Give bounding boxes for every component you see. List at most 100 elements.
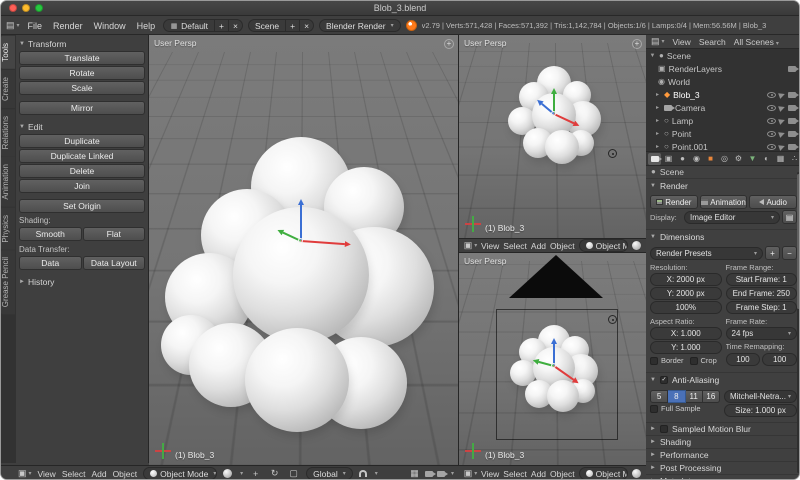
display-selector[interactable]: Image Editor ▾ xyxy=(684,210,780,224)
translate-button[interactable]: Translate xyxy=(19,51,145,65)
menu-file[interactable]: File xyxy=(25,21,46,31)
render-toggle-icon[interactable] xyxy=(788,65,799,72)
viewport-shading-icon[interactable] xyxy=(632,241,641,250)
metadata-panel-header[interactable]: ►Metadata xyxy=(646,475,799,479)
history-panel-header[interactable]: ► History xyxy=(19,275,145,288)
expand-icon[interactable]: ▸ xyxy=(654,130,661,137)
resolution-x-field[interactable]: X: 2000 px xyxy=(650,273,722,286)
outliner-search-menu[interactable]: Search xyxy=(699,37,726,47)
outliner-row-lamp[interactable]: ▸ ○ Lamp xyxy=(646,114,799,127)
view-menu[interactable]: View xyxy=(481,241,499,251)
tab-particles-icon[interactable]: ∴ xyxy=(788,153,799,165)
sampled-motion-blur-panel-header[interactable]: ► Sampled Motion Blur xyxy=(646,423,799,436)
mode-selector[interactable]: Object Mode xyxy=(578,467,628,479)
tab-render-layers-icon[interactable]: ▣ xyxy=(662,153,675,165)
outliner-row-world[interactable]: ◉ World xyxy=(646,75,799,88)
set-origin-button[interactable]: Set Origin xyxy=(19,199,145,213)
tab-animation[interactable]: Animation xyxy=(1,157,15,207)
aa-samples-11-button[interactable]: 11 xyxy=(685,390,703,403)
resolution-percent-field[interactable]: 100% xyxy=(650,301,722,314)
select-menu[interactable]: Select xyxy=(503,469,527,479)
3d-viewport-camera[interactable]: User Persp (1) Blob_3 xyxy=(459,253,646,465)
select-menu[interactable]: Select xyxy=(503,241,527,251)
aa-samples-5-button[interactable]: 5 xyxy=(650,390,669,403)
antialiasing-panel-header[interactable]: ▼ ✓ Anti-Aliasing xyxy=(646,373,799,386)
resolution-y-field[interactable]: Y: 2000 px xyxy=(650,287,722,300)
breadcrumb-scene[interactable]: Scene xyxy=(660,167,684,177)
dimensions-panel-header[interactable]: ▼ Dimensions xyxy=(646,230,799,243)
delete-button[interactable]: Delete xyxy=(19,164,145,178)
outliner-editor-icon[interactable]: ▤ ▾ xyxy=(651,35,665,48)
crop-checkbox[interactable]: Crop xyxy=(689,356,717,365)
menu-help[interactable]: Help xyxy=(134,21,159,31)
start-frame-field[interactable]: Start Frame: 1 xyxy=(725,273,797,286)
duplicate-button[interactable]: Duplicate xyxy=(19,134,145,148)
add-menu[interactable]: Add xyxy=(531,469,546,479)
viewport-shading-icon[interactable] xyxy=(632,469,641,478)
frame-rate-selector[interactable]: 24 fps ▾ xyxy=(725,327,797,340)
transform-panel-header[interactable]: ▼ Transform xyxy=(19,37,145,50)
add-layout-button[interactable]: + xyxy=(215,19,230,32)
region-plus-button[interactable]: + xyxy=(632,39,642,49)
screen-layout-selector[interactable]: ▦ Default xyxy=(163,19,216,32)
mode-selector[interactable]: Object Mode xyxy=(578,239,628,252)
3d-viewport-main[interactable]: User Persp + (1) Blob_3 xyxy=(149,35,459,465)
view-menu[interactable]: View xyxy=(481,469,499,479)
aa-samples-16-button[interactable]: 16 xyxy=(702,390,720,403)
expand-icon[interactable]: ▸ xyxy=(654,104,661,111)
mode-selector[interactable]: Object Mode ▾ xyxy=(143,467,218,479)
tab-scene-icon[interactable]: ● xyxy=(676,153,689,165)
opengl-render-icon[interactable] xyxy=(424,470,436,477)
end-frame-field[interactable]: End Frame: 250 xyxy=(725,287,797,300)
tab-data-icon[interactable]: ▼ xyxy=(746,153,759,165)
border-checkbox[interactable]: Border xyxy=(650,356,684,365)
outliner-row-blob3[interactable]: ▸ ◆ Blob_3 xyxy=(646,88,799,101)
close-button[interactable] xyxy=(9,4,17,12)
outliner-filter-selector[interactable]: All Scenes ▾ xyxy=(734,37,779,47)
render-engine-selector[interactable]: Blender Render ▾ xyxy=(319,19,401,32)
outliner-row-renderlayers[interactable]: ▣ RenderLayers xyxy=(646,62,799,75)
frame-step-field[interactable]: Frame Step: 1 xyxy=(725,301,797,314)
shade-flat-button[interactable]: Flat xyxy=(82,227,145,241)
render-toggle-icon[interactable] xyxy=(788,130,799,137)
visibility-toggle-icon[interactable] xyxy=(767,130,776,137)
aa-filter-selector[interactable]: Mitchell-Netra... ▾ xyxy=(723,390,797,403)
selectability-toggle-icon[interactable] xyxy=(778,103,786,112)
lamp-object-icon[interactable] xyxy=(608,315,617,324)
lamp-object-icon[interactable] xyxy=(608,149,617,158)
expand-icon[interactable]: ▼ xyxy=(649,53,656,59)
aspect-y-field[interactable]: Y: 1.000 xyxy=(650,341,722,354)
render-toggle-icon[interactable] xyxy=(788,117,799,124)
tab-material-icon[interactable]: ◐ xyxy=(760,153,773,165)
visibility-toggle-icon[interactable] xyxy=(767,104,776,111)
tab-grease-pencil[interactable]: Grease Pencil xyxy=(1,250,15,315)
menu-render[interactable]: Render xyxy=(50,21,86,31)
aspect-x-field[interactable]: X: 1.000 xyxy=(650,327,722,340)
tab-texture-icon[interactable]: ▦ xyxy=(774,153,787,165)
outliner-view-menu[interactable]: View xyxy=(673,37,691,47)
render-toggle-icon[interactable] xyxy=(788,91,799,98)
gizmo-z-arrow[interactable] xyxy=(300,205,302,241)
editor-type-icon[interactable]: ▣ ▾ xyxy=(464,467,478,479)
tab-tools[interactable]: Tools xyxy=(1,36,15,69)
selectability-toggle-icon[interactable] xyxy=(778,116,786,125)
tab-constraints-icon[interactable]: ◎ xyxy=(718,153,731,165)
selectability-toggle-icon[interactable] xyxy=(778,142,786,151)
post-processing-panel-header[interactable]: ► Post Processing xyxy=(646,462,799,475)
outliner-row-point001[interactable]: ▸ ○ Point.001 xyxy=(646,140,799,151)
expand-icon[interactable]: ▸ xyxy=(654,91,661,98)
render-presets-selector[interactable]: Render Presets ▾ xyxy=(650,246,763,260)
edit-panel-header[interactable]: ▼ Edit xyxy=(19,120,145,133)
viewport-shading-icon[interactable] xyxy=(223,469,233,478)
info-editor-icon[interactable]: ▤ ▾ xyxy=(6,19,20,32)
opengl-render-anim-icon[interactable] xyxy=(436,470,448,477)
minimize-button[interactable] xyxy=(22,4,30,12)
add-menu[interactable]: Add xyxy=(531,241,546,251)
outliner-row-point[interactable]: ▸ ○ Point xyxy=(646,127,799,140)
render-toggle-icon[interactable] xyxy=(788,104,799,111)
camera-frame[interactable] xyxy=(496,309,618,440)
render-button[interactable]: Render xyxy=(650,195,698,209)
remap-old-field[interactable]: 100 xyxy=(725,353,761,366)
visibility-toggle-icon[interactable] xyxy=(767,143,776,150)
data-layout-button[interactable]: Data Layout xyxy=(82,256,145,270)
